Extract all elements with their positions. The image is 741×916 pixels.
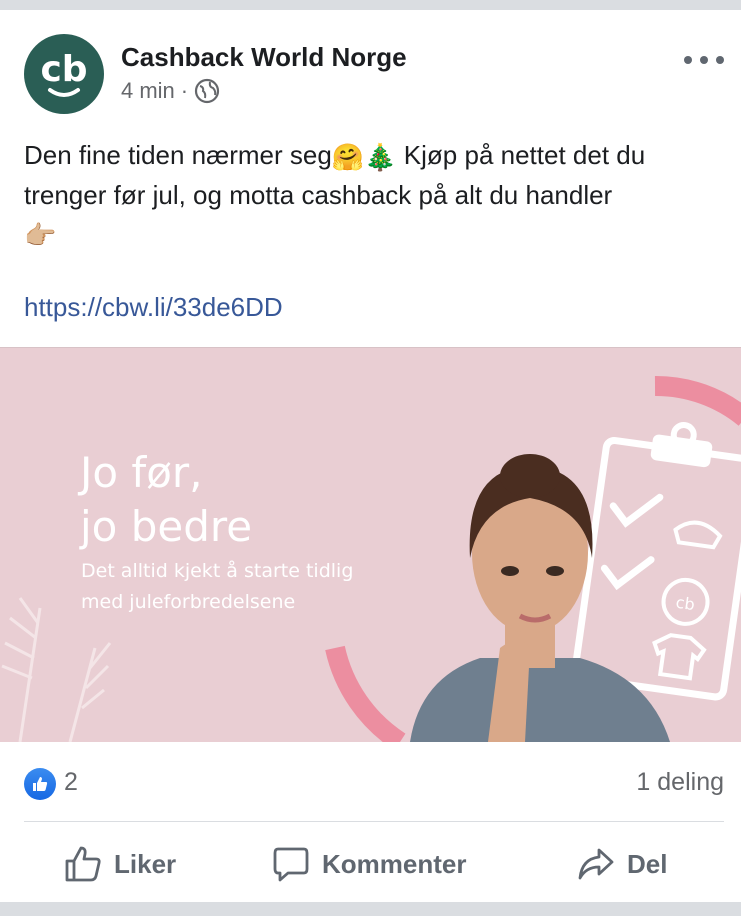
share-label: Del bbox=[627, 848, 668, 879]
meta-separator: · bbox=[180, 78, 189, 103]
comment-button[interactable]: Kommenter bbox=[272, 830, 466, 898]
svg-text:cb: cb bbox=[675, 593, 696, 614]
cashback-logo-icon: cb bbox=[40, 49, 88, 97]
image-title-line1: Jo før, bbox=[80, 448, 203, 497]
image-subtitle-line2: med juleforbredelsene bbox=[81, 591, 296, 613]
christmas-tree-emoji: 🎄 bbox=[364, 142, 397, 173]
post-stats: 2 1 deling bbox=[24, 766, 724, 802]
image-subtitle: Det alltid kjekt å starte tidlig med jul… bbox=[81, 556, 381, 618]
like-label: Liker bbox=[114, 848, 177, 879]
like-count[interactable]: 2 bbox=[64, 768, 78, 797]
thumbs-up-icon bbox=[65, 846, 101, 882]
hugging-face-emoji: 🤗 bbox=[331, 142, 365, 173]
image-title-line2: jo bedre bbox=[80, 502, 253, 551]
svg-text:cb: cb bbox=[40, 49, 87, 90]
post-link[interactable]: https://cbw.li/33de6DD bbox=[24, 292, 283, 323]
post-image[interactable]: cb Jo før, jo bedre Det alltid kjekt å s… bbox=[0, 347, 741, 742]
page-avatar[interactable]: cb bbox=[24, 34, 104, 114]
image-subtitle-line1: Det alltid kjekt å starte tidlig bbox=[81, 560, 354, 582]
share-arrow-icon bbox=[578, 848, 614, 880]
divider bbox=[24, 821, 724, 822]
post-card: cb Cashback World Norge 4 min · Den fine… bbox=[0, 10, 741, 902]
action-bar: Liker Kommenter Del bbox=[0, 830, 741, 898]
image-title: Jo før, jo bedre bbox=[80, 446, 252, 554]
post-text: Den fine tiden nærmer seg🤗🎄 Kjøp på nett… bbox=[24, 136, 724, 254]
more-dots-icon bbox=[684, 56, 692, 64]
comment-label: Kommenter bbox=[322, 848, 467, 879]
thumbs-up-icon bbox=[33, 777, 48, 791]
globe-icon bbox=[195, 78, 220, 104]
share-count[interactable]: 1 deling bbox=[636, 768, 724, 797]
post-text-part1: Den fine tiden nærmer seg bbox=[24, 140, 332, 170]
page-name[interactable]: Cashback World Norge bbox=[121, 42, 407, 73]
post-header: cb Cashback World Norge 4 min · bbox=[24, 34, 724, 126]
like-reaction-badge[interactable] bbox=[24, 768, 56, 800]
share-button[interactable]: Del bbox=[577, 830, 667, 898]
pointing-hand-emoji: 👉🏼 bbox=[24, 220, 57, 251]
more-options-button[interactable] bbox=[684, 50, 724, 70]
post-time[interactable]: 4 min bbox=[121, 78, 175, 104]
comment-icon bbox=[273, 847, 309, 882]
post-meta: 4 min · bbox=[121, 78, 220, 104]
woman-illustration bbox=[410, 454, 670, 742]
like-button[interactable]: Liker bbox=[64, 830, 176, 898]
